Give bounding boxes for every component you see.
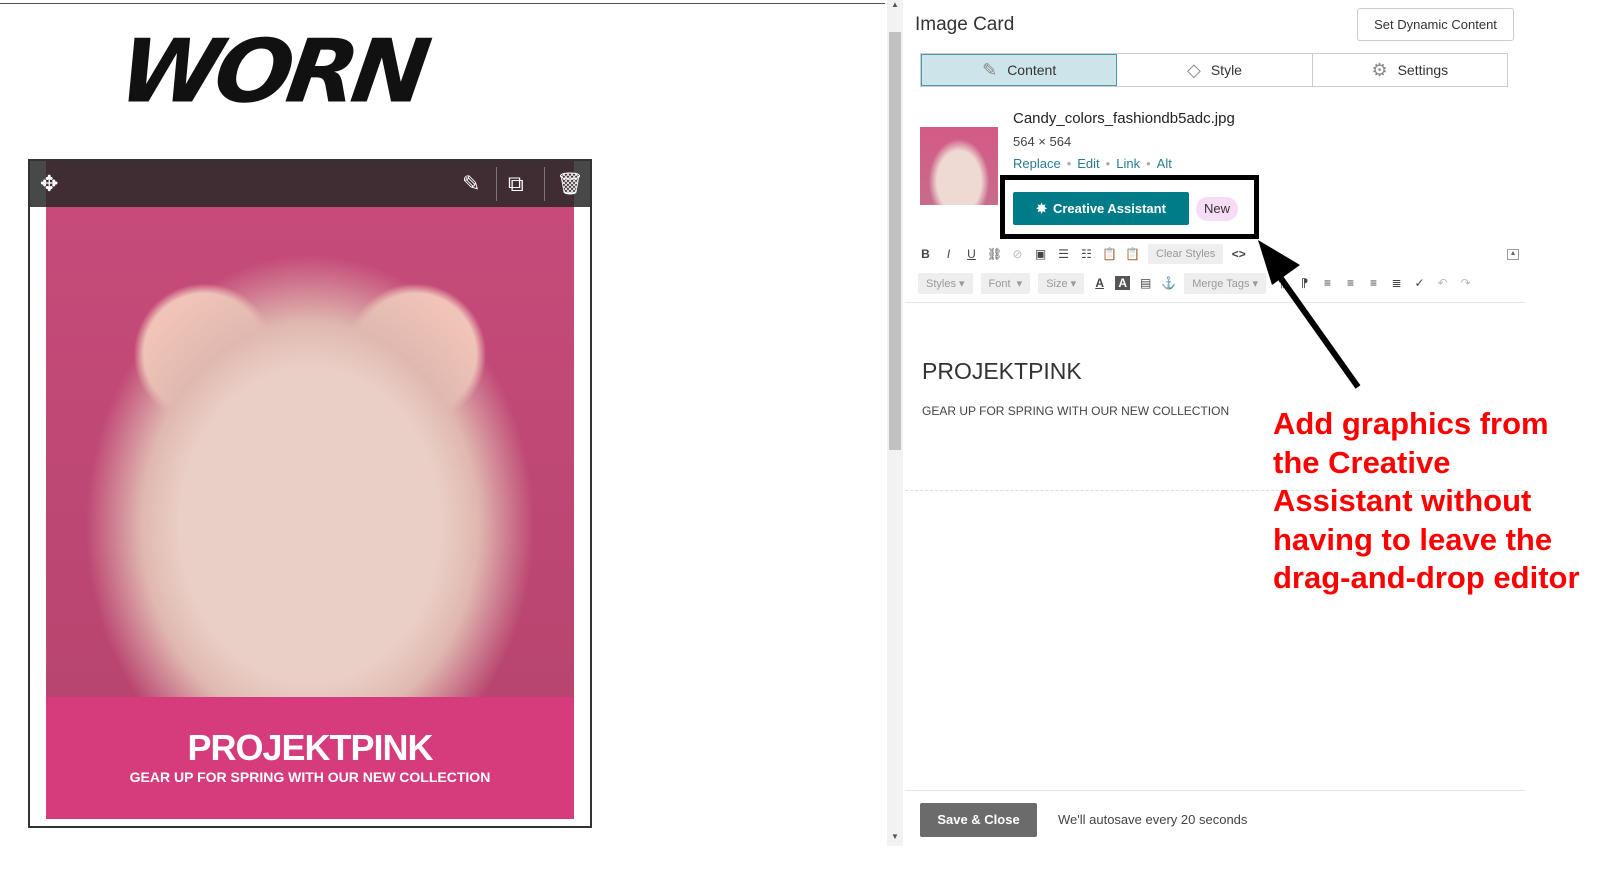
paste-word-icon[interactable]: 📋	[1125, 247, 1140, 261]
card-banner: PROJEKTPINK GEAR UP FOR SPRING WITH OUR …	[46, 697, 574, 819]
image-filename: Candy_colors_fashiondb5adc.jpg	[1013, 110, 1235, 127]
divider	[905, 790, 1525, 791]
tab-settings[interactable]: ⚙ Settings	[1313, 54, 1507, 86]
gear-icon: ⚙	[1371, 59, 1388, 80]
link-icon[interactable]: ⛓	[987, 247, 1002, 261]
brand-logo: WORN	[112, 20, 431, 123]
styles-dropdown[interactable]: Styles ▾	[918, 272, 973, 294]
product-photo	[46, 207, 574, 697]
arrow-head	[1258, 240, 1300, 285]
annotation-text: Add graphics from the Creative Assistant…	[1273, 406, 1580, 595]
underline-icon[interactable]: U	[964, 247, 979, 261]
clear-styles-button[interactable]: Clear Styles	[1148, 244, 1224, 264]
text-color-icon[interactable]: A	[1092, 276, 1107, 290]
new-badge: New	[1196, 197, 1238, 221]
ordered-list-icon[interactable]: ☰	[1056, 247, 1071, 261]
panel-title: Image Card	[915, 14, 1015, 35]
panel-tabs: ✎ Content ◇ Style ⚙ Settings	[920, 53, 1508, 87]
set-dynamic-content-button[interactable]: Set Dynamic Content	[1357, 8, 1514, 41]
source-code-icon[interactable]: <>	[1231, 247, 1246, 261]
scrollbar-thumb[interactable]	[889, 32, 901, 450]
bullet-list-icon[interactable]: ☷	[1079, 247, 1094, 261]
image-icon[interactable]: ▣	[1033, 247, 1048, 261]
divider	[905, 302, 1525, 303]
annotation-arrow	[1258, 240, 1361, 389]
bold-icon[interactable]: B	[918, 247, 933, 261]
paste-text-icon[interactable]: 📋	[1102, 247, 1117, 261]
move-icon[interactable]: ✥	[40, 171, 58, 197]
edit-link[interactable]: Edit	[1077, 156, 1099, 171]
block-toolbar: ✥ ✎ ⧉ 🗑	[30, 161, 590, 207]
tab-content[interactable]: ✎ Content	[921, 54, 1118, 86]
dropdown-label: Merge Tags	[1192, 277, 1250, 290]
image-thumbnail	[920, 127, 998, 205]
scroll-down-icon[interactable]: ▼	[891, 832, 899, 841]
size-dropdown[interactable]: Size ▾	[1038, 272, 1085, 294]
italic-icon[interactable]: I	[941, 247, 956, 261]
unlink-icon[interactable]: ⊘	[1010, 247, 1025, 261]
horizontal-rule-icon[interactable]: ▤	[1138, 276, 1153, 290]
arrow-shaft	[1272, 268, 1361, 389]
edit-pencil-icon[interactable]: ✎	[462, 171, 480, 197]
dropdown-label: Font	[988, 277, 1011, 290]
image-actions: Replace • Edit • Link • Alt	[1013, 156, 1172, 171]
editor-heading[interactable]: PROJEKTPINK	[922, 358, 1082, 385]
card-subheading: GEAR UP FOR SPRING WITH OUR NEW COLLECTI…	[129, 769, 491, 785]
save-close-button[interactable]: Save & Close	[920, 803, 1037, 837]
format-toolbar-row2: Styles ▾ Font ▾ Size ▾ A A ▤ ⚓ Merge Tag…	[918, 271, 1473, 295]
scrollbar[interactable]: ▲ ▼	[887, 0, 903, 846]
button-label: Creative Assistant	[1052, 201, 1166, 216]
divider	[0, 3, 885, 4]
editor-body[interactable]: GEAR UP FOR SPRING WITH OUR NEW COLLECTI…	[922, 404, 1229, 418]
dropdown-label: Size	[1046, 277, 1068, 290]
tab-label: Style	[1210, 62, 1242, 78]
image-dimensions: 564 × 564	[1013, 134, 1072, 149]
justify-icon[interactable]: ≣	[1389, 276, 1404, 290]
paint-bucket-icon: ◇	[1187, 59, 1201, 80]
collapse-toolbar-icon[interactable]: ▲	[1507, 249, 1519, 260]
format-toolbar-row1: B I U ⛓ ⊘ ▣ ☰ ☷ 📋 📋 Clear Styles <>	[918, 242, 1246, 266]
dropdown-label: Styles	[926, 277, 956, 290]
link-link[interactable]: Link	[1116, 156, 1140, 171]
image-card-block[interactable]: ✥ ✎ ⧉ 🗑 PROJEKTPINK GEAR UP FOR SPRING W…	[28, 159, 592, 828]
tab-style[interactable]: ◇ Style	[1117, 54, 1313, 86]
divider	[544, 167, 545, 201]
trash-icon[interactable]: 🗑	[556, 171, 584, 197]
divider	[496, 167, 497, 201]
edit-list-icon: ✎	[982, 59, 998, 80]
duplicate-icon[interactable]: ⧉	[508, 171, 524, 197]
alt-link[interactable]: Alt	[1157, 156, 1172, 171]
sparkle-icon: ✸	[1036, 200, 1047, 216]
replace-link[interactable]: Replace	[1013, 156, 1061, 171]
background-color-icon[interactable]: A	[1115, 276, 1131, 290]
creative-assistant-button[interactable]: ✸ Creative Assistant	[1013, 192, 1189, 225]
undo-icon[interactable]: ↶	[1435, 276, 1450, 290]
tab-label: Settings	[1397, 62, 1449, 78]
card-heading: PROJEKTPINK	[187, 727, 433, 768]
anchor-icon[interactable]: ⚓	[1161, 276, 1176, 290]
font-dropdown[interactable]: Font ▾	[980, 272, 1031, 294]
redo-icon[interactable]: ↷	[1458, 276, 1473, 290]
spellcheck-icon[interactable]: ✓	[1412, 276, 1427, 290]
tab-label: Content	[1007, 62, 1057, 78]
autosave-note: We'll autosave every 20 seconds	[1058, 812, 1248, 827]
scroll-up-icon[interactable]: ▲	[891, 0, 899, 9]
